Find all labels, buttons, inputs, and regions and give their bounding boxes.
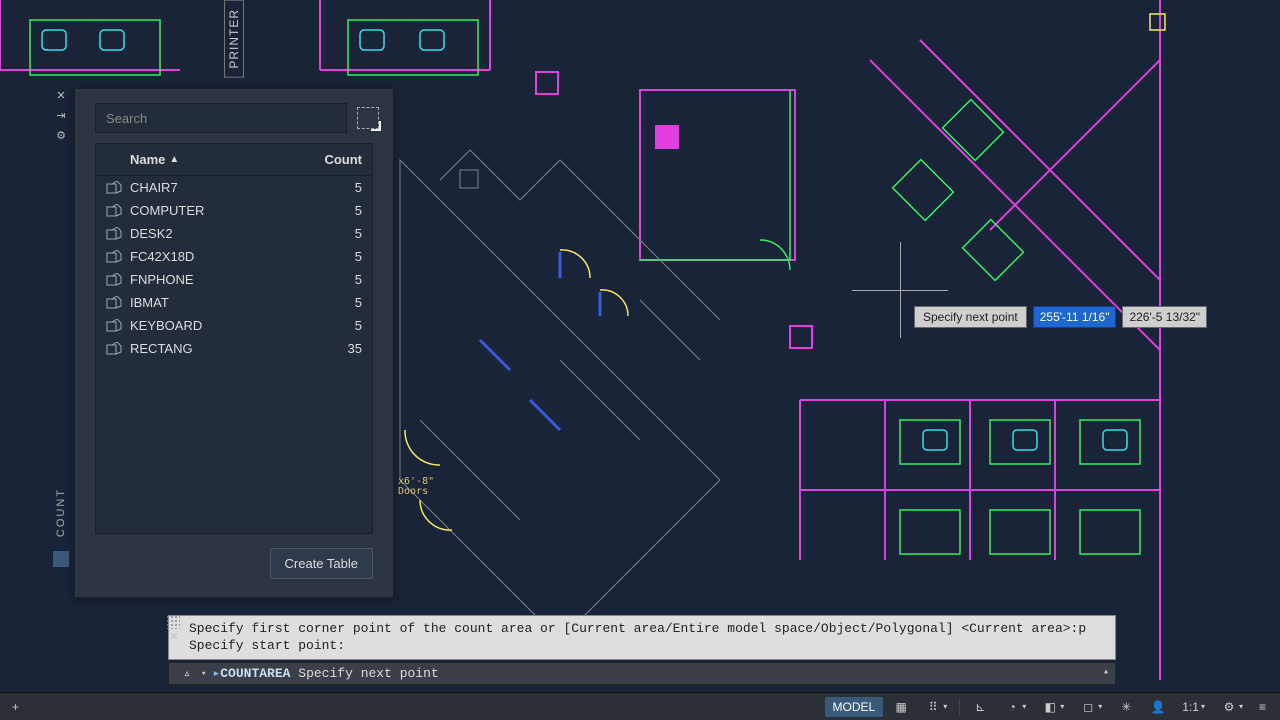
command-line-area: ✕ Specify first corner point of the coun… xyxy=(168,615,1116,685)
command-history-line: Specify start point: xyxy=(189,637,1105,655)
workspace-switch-icon[interactable]: ⚙▾ xyxy=(1215,697,1249,717)
palette-tab-icon[interactable] xyxy=(53,551,69,567)
snap-toggle-icon[interactable]: ⠿▾ xyxy=(919,697,953,717)
model-space-button[interactable]: MODEL xyxy=(825,697,884,717)
block-icon xyxy=(106,227,122,241)
annotation-visibility-icon[interactable]: 👤 xyxy=(1144,697,1172,717)
palette-title: COUNT xyxy=(55,488,67,537)
printer-label: PRINTER xyxy=(224,0,244,78)
annotation-scale-icon[interactable]: ✳ xyxy=(1112,697,1140,717)
block-name: CHAIR7 xyxy=(130,180,302,195)
command-input[interactable]: ▵ ▾ ▸ COUNTAREA Specify next point ▴ xyxy=(168,662,1116,685)
close-icon[interactable]: ✕ xyxy=(166,629,182,645)
ortho-toggle-icon[interactable]: ⊾ xyxy=(966,697,994,717)
close-icon[interactable]: ✕ xyxy=(54,88,68,102)
block-name: KEYBOARD xyxy=(130,318,302,333)
search-input[interactable] xyxy=(95,103,347,133)
selection-window-icon[interactable] xyxy=(357,107,379,129)
command-keyword: COUNTAREA xyxy=(220,666,290,681)
separator xyxy=(959,698,960,716)
table-row[interactable]: FC42X18D5 xyxy=(96,245,372,268)
table-row[interactable]: COMPUTER5 xyxy=(96,199,372,222)
block-count: 5 xyxy=(302,203,362,218)
dynamic-input-tooltip: Specify next point 255'-11 1/16" 226'-5 … xyxy=(914,306,1207,328)
column-header-name[interactable]: Name ▲ xyxy=(106,152,302,167)
drag-handle-icon[interactable] xyxy=(166,615,180,629)
block-icon xyxy=(106,296,122,310)
block-name: IBMAT xyxy=(130,295,302,310)
table-row[interactable]: FNPHONE5 xyxy=(96,268,372,291)
block-icon xyxy=(106,273,122,287)
table-row[interactable]: RECTANG35 xyxy=(96,337,372,360)
count-panel: Name ▲ Count CHAIR75COMPUTER5DESK25FC42X… xyxy=(74,88,394,598)
polar-tracking-icon[interactable]: ◔▾ xyxy=(998,697,1032,717)
block-count: 5 xyxy=(302,295,362,310)
scale-label: 1:1 xyxy=(1182,700,1199,714)
block-icon xyxy=(106,342,122,356)
table-row[interactable]: DESK25 xyxy=(96,222,372,245)
status-bar: + MODEL ▦ ⠿▾ ⊾ ◔▾ ◧▾ ◻▾ ✳ 👤 1:1▾ ⚙▾ ≡ xyxy=(0,692,1280,720)
table-row[interactable]: IBMAT5 xyxy=(96,291,372,314)
command-history-line: Specify first corner point of the count … xyxy=(189,620,1105,638)
block-icon xyxy=(106,319,122,333)
count-table: Name ▲ Count CHAIR75COMPUTER5DESK25FC42X… xyxy=(95,143,373,534)
osnap-toggle-icon[interactable]: ◻▾ xyxy=(1074,697,1108,717)
grid-toggle-icon[interactable]: ▦ xyxy=(887,697,915,717)
block-name: COMPUTER xyxy=(130,203,302,218)
add-layout-button[interactable]: + xyxy=(6,698,25,716)
block-icon xyxy=(106,181,122,195)
customization-menu-icon[interactable]: ≡ xyxy=(1253,698,1272,716)
scale-button[interactable]: 1:1▾ xyxy=(1176,698,1211,716)
dynamic-input-field-1[interactable]: 255'-11 1/16" xyxy=(1033,306,1117,328)
block-count: 5 xyxy=(302,226,362,241)
command-prompt-text: Specify next point xyxy=(298,666,438,681)
command-history: Specify first corner point of the count … xyxy=(168,615,1116,660)
options-icon[interactable]: ⚙ xyxy=(54,128,68,142)
block-name: FNPHONE xyxy=(130,272,302,287)
dynamic-input-prompt: Specify next point xyxy=(914,306,1027,328)
column-header-count[interactable]: Count xyxy=(302,152,362,167)
block-name: FC42X18D xyxy=(130,249,302,264)
block-icon xyxy=(106,250,122,264)
block-count: 5 xyxy=(302,249,362,264)
block-count: 5 xyxy=(302,318,362,333)
dynamic-input-field-2[interactable]: 226'-5 13/32" xyxy=(1122,306,1207,328)
create-table-button[interactable]: Create Table xyxy=(270,548,373,579)
block-count: 35 xyxy=(302,341,362,356)
svg-text:Doors: Doors xyxy=(398,486,428,497)
pin-icon[interactable]: ⇥ xyxy=(54,108,68,122)
sort-ascending-icon: ▲ xyxy=(169,154,179,165)
command-prompt-icon: ▵ xyxy=(177,666,197,681)
block-name: RECTANG xyxy=(130,341,302,356)
chevron-down-icon[interactable]: ▾ xyxy=(201,669,206,679)
block-count: 5 xyxy=(302,272,362,287)
expand-history-icon[interactable]: ▴ xyxy=(1103,666,1109,678)
block-icon xyxy=(106,204,122,218)
isoplane-icon[interactable]: ◧▾ xyxy=(1036,697,1070,717)
column-header-name-label: Name xyxy=(130,152,165,167)
count-palette-rail: ✕ ⇥ ⚙ COUNT xyxy=(50,88,72,567)
block-count: 5 xyxy=(302,180,362,195)
block-name: DESK2 xyxy=(130,226,302,241)
table-row[interactable]: KEYBOARD5 xyxy=(96,314,372,337)
table-row[interactable]: CHAIR75 xyxy=(96,176,372,199)
